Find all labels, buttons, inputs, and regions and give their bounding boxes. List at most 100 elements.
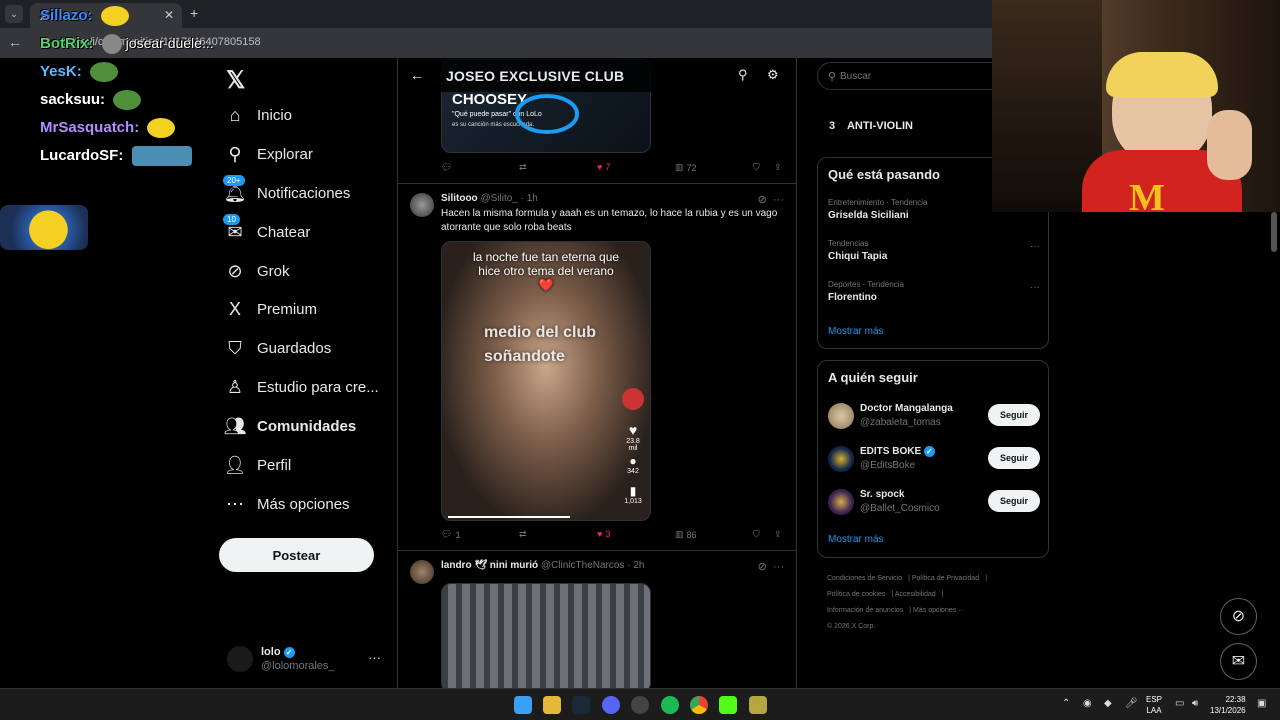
show-more-link[interactable]: Mostrar más [828,534,884,545]
footer-link[interactable]: Accesibilidad [895,591,936,598]
spotify-icon[interactable] [661,696,679,714]
footer-link[interactable]: Política de Privacidad [912,575,979,582]
x-logo-icon[interactable]: 𝕏 [226,66,245,95]
grok-icon[interactable]: ⊘ [758,561,767,573]
share-button[interactable]: ⇪ [774,529,782,540]
follow-suggestion[interactable]: Doctor Mangalanga @zabaleta_tomas Seguir [828,401,1040,437]
obs-icon[interactable] [631,696,649,714]
messages-float-button[interactable]: ✉ [1220,643,1257,680]
gear-icon[interactable]: ⚙ [767,67,779,83]
sidebar-item-chatear[interactable]: ✉ 10 Chatear [215,213,395,251]
sidebar-item-perfil[interactable]: 👤︎ Perfil [215,446,395,484]
back-arrow-icon[interactable]: ← [410,67,424,83]
views-button[interactable]: ▥ 86 [675,529,697,540]
footer-link[interactable]: Más opciones ··· [913,607,965,614]
follow-suggestion[interactable]: Sr. spock @Ballet_Cosmico Seguir [828,487,1040,523]
sidebar-item-label: Inicio [257,106,293,124]
avatar[interactable] [410,560,434,584]
sidebar-item-estudio[interactable]: ♙ Estudio para cre... [215,368,395,406]
share-button[interactable]: ⇪ [774,162,782,173]
post-video[interactable]: la noche fue tan eterna que hice otro te… [441,241,651,521]
repost-button[interactable]: ⇄ [519,529,527,540]
stream-chat-overlay: Sillazo: BotRix: josear duele... YesK: s… [0,0,215,260]
avatar [622,388,644,410]
video-progress-bar[interactable] [448,516,570,518]
chrome-icon[interactable] [690,696,708,714]
footer-link[interactable]: Condiciones de Servicio [827,575,902,582]
post[interactable]: landro 🕊 nini murió @ClinicTheNarcos · 2… [398,551,796,688]
account-switcher[interactable]: lolo ✓ @lolomorales_ ··· [225,644,395,684]
trend-item[interactable]: Tendencias Chiqui Tapia ··· [828,239,1040,262]
bookmark-button[interactable]: ⛉ [753,529,760,540]
steam-icon[interactable] [572,696,590,714]
author-handle[interactable]: @Silito_ [480,193,517,204]
follow-button[interactable]: Seguir [988,490,1040,512]
more-options-icon[interactable]: ··· [1030,241,1040,252]
more-options-icon[interactable]: ··· [1030,282,1040,293]
author-name[interactable]: Silitooo [441,193,478,204]
app-icon[interactable] [749,696,767,714]
follow-button[interactable]: Seguir [988,447,1040,469]
bookmark-button[interactable]: ⛉ [753,162,760,173]
post[interactable]: Silitooo @Silito_ · 1h ⊘ ··· Hacen la mi… [398,184,796,551]
sidebar-item-mas-opciones[interactable]: ⋯ Más opciones [215,485,395,523]
file-explorer-icon[interactable] [543,696,561,714]
sidebar-item-explorar[interactable]: ⚲ Explorar [215,135,395,173]
follow-suggestion[interactable]: EDITS BOKE ✓ @EditsBoke Seguir [828,444,1040,480]
network-icon[interactable]: ▭ [1175,698,1184,709]
discord-icon[interactable] [602,696,620,714]
show-more-link[interactable]: Mostrar más [828,326,884,337]
reply-button[interactable]: 💬︎ [441,162,452,173]
trend-category: Deportes · Tendencia [828,280,904,289]
search-icon[interactable]: ⚲ [738,67,748,83]
microphone-icon[interactable]: 🎤︎ [1125,698,1138,709]
community-trend[interactable]: 3 ANTI-VIOLIN [829,120,913,132]
post-image[interactable] [441,583,651,688]
follow-button[interactable]: Seguir [988,404,1040,426]
avatar[interactable] [410,193,434,217]
footer-link[interactable]: Información de anuncios [827,607,903,614]
account-handle: @zabaleta_tomas [860,417,941,428]
sidebar-item-notificaciones[interactable]: 🔔︎ 20+ Notificaciones [215,174,395,212]
sidebar-item-guardados[interactable]: ⛉ Guardados [215,329,395,367]
system-clock[interactable]: 22:38 13/1/2026 [1210,694,1246,716]
like-button[interactable]: ♥ 7 [597,162,610,172]
start-icon[interactable] [514,696,532,714]
post-time[interactable]: · 2h [627,560,644,571]
tray-app-icon[interactable]: ◆ [1104,698,1112,709]
author-name[interactable]: landro 🕊 nini murió [441,560,538,571]
sidebar-item-label: Premium [257,300,318,318]
like-button[interactable]: ♥ 3 [597,529,610,539]
video-overlay-text-2: soñandote [484,348,565,365]
language-indicator[interactable]: ESP LAA [1146,694,1162,716]
repost-button[interactable]: ⇄ [519,162,527,173]
lang-layout: LAA [1146,706,1162,715]
notification-center-icon[interactable]: ▣ [1257,698,1266,709]
video-comments: ● 342 [622,454,644,475]
grok-icon[interactable]: ⊘ [758,194,767,206]
search-input[interactable] [840,67,1000,85]
more-options-icon[interactable]: ··· [368,650,381,665]
sidebar-item-premium[interactable]: X Premium [215,290,395,328]
tray-chevron-icon[interactable]: ⌃ [1062,698,1070,709]
footer-link[interactable]: Política de cookies [827,591,885,598]
kick-icon[interactable] [719,696,737,714]
sidebar-item-grok[interactable]: ⊘ Grok [215,252,395,290]
sidebar-item-inicio[interactable]: ⌂ Inicio [215,96,395,134]
tray-app-icon[interactable]: ◉ [1083,698,1092,709]
page-title: JOSEO EXCLUSIVE CLUB [446,68,625,84]
trend-item[interactable]: Deportes · Tendencia Florentino ··· [828,280,1040,303]
sidebar-item-comunidades[interactable]: 👥︎ Comunidades [215,407,395,445]
author-handle[interactable]: @ClinicTheNarcos [541,560,625,571]
heart-icon: ♥ [628,422,638,438]
volume-icon[interactable]: 🔊︎ [1192,698,1198,709]
post-button[interactable]: Postear [219,538,374,572]
post-time[interactable]: · 1h [521,193,538,204]
grok-float-button[interactable]: ⊘ [1220,598,1257,635]
more-options-icon[interactable]: ··· [773,194,784,206]
more-options-icon[interactable]: ··· [773,561,784,573]
scrollbar[interactable] [1271,212,1277,252]
views-button[interactable]: ▥ 72 [675,162,697,173]
reply-button[interactable]: 💬︎ 1 [441,529,460,540]
chat-user: LucardoSF: [40,146,124,164]
